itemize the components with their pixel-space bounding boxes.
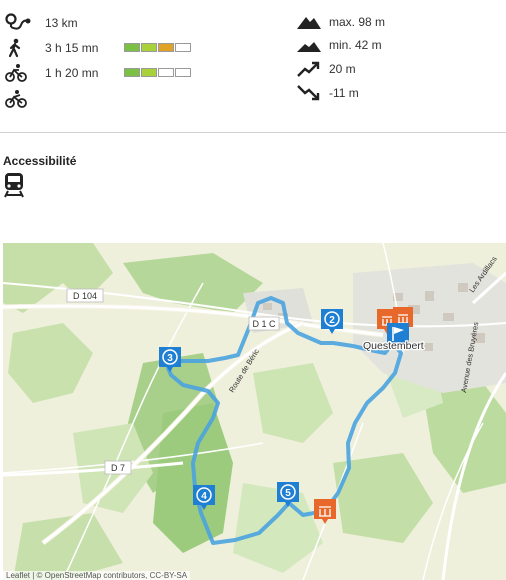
climb-value: 20 m (329, 62, 356, 76)
distance-row: 13 km (5, 12, 78, 34)
difficulty-segment (175, 43, 191, 52)
road-label-d104: D 104 (73, 291, 97, 301)
difficulty-segment (124, 68, 140, 77)
bike-difficulty-bar (124, 68, 191, 77)
divider (0, 132, 506, 133)
waypoint-label: 3 (167, 353, 173, 364)
bike-row: 1 h 20 mn (5, 62, 98, 84)
walk-time: 3 h 15 mn (45, 41, 99, 55)
road-label-d7: D 7 (111, 463, 125, 473)
train-icon (3, 172, 25, 203)
ascent-arrow-icon (296, 58, 322, 80)
route-stats: 13 km 3 h 15 mn 1 h 20 mn max. 98 m min.… (0, 0, 506, 120)
mountain-low-icon (296, 34, 322, 56)
waypoint-label: 2 (329, 315, 335, 326)
difficulty-segment (158, 68, 174, 77)
climb-row: 20 m (296, 58, 356, 80)
town-label: Questembert (363, 340, 424, 352)
map-attribution[interactable]: Leaflet | © OpenStreetMap contributors, … (3, 571, 191, 580)
difficulty-segment (124, 43, 140, 52)
map-canvas[interactable]: 2 3 4 5 D 104 D 1 C D 7 Route de Béric L (3, 243, 506, 580)
alt-max-value: max. 98 m (329, 15, 386, 29)
descent-row: -11 m (296, 82, 359, 104)
road-label-d1c: D 1 C (252, 319, 276, 329)
walk-row: 3 h 15 mn (5, 37, 98, 59)
descent-value: -11 m (329, 86, 359, 100)
route-distance-icon (5, 12, 31, 34)
waypoint-label: 5 (285, 488, 291, 499)
difficulty-segment (141, 43, 157, 52)
bike-time: 1 h 20 mn (45, 66, 99, 80)
accessibility-title: Accessibilité (3, 154, 77, 168)
waypoint-label: 4 (201, 491, 207, 502)
bike2-row (5, 88, 31, 110)
distance-value: 13 km (45, 16, 78, 30)
difficulty-segment (175, 68, 191, 77)
alt-min-value: min. 42 m (329, 38, 382, 52)
mountain-bike-icon (5, 88, 31, 110)
hiker-icon (5, 37, 31, 59)
difficulty-segment (158, 43, 174, 52)
mountain-peak-icon (296, 11, 322, 33)
bicycle-icon (5, 62, 31, 84)
difficulty-segment (141, 68, 157, 77)
route-map[interactable]: 2 3 4 5 D 104 D 1 C D 7 Route de Béric L (3, 243, 506, 580)
alt-max-row: max. 98 m (296, 11, 385, 33)
walk-difficulty-bar (124, 43, 191, 52)
alt-min-row: min. 42 m (296, 34, 382, 56)
descent-arrow-icon (296, 82, 322, 104)
